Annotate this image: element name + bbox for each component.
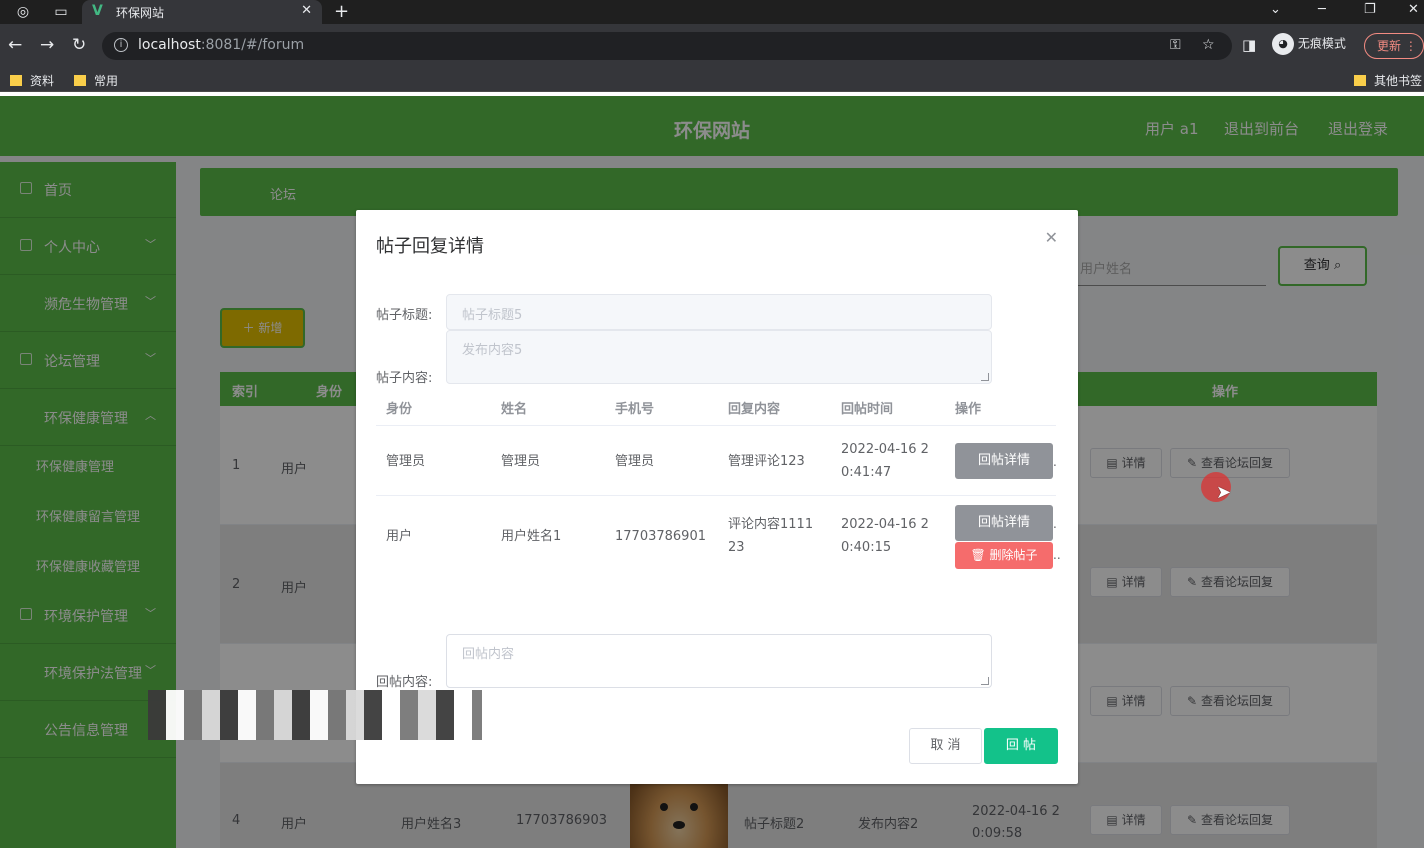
cell-reply-content: 管理评论123 [728,454,805,469]
incognito-profile[interactable]: ◕ 无痕模式 [1272,33,1346,59]
post-title-label: 帖子标题: [376,308,433,323]
close-window-icon[interactable]: ✕ [1408,2,1419,17]
overflow-ellipsis: . [1053,455,1057,469]
folder-icon [1354,75,1366,86]
url-text: localhost:8081/#/forum [138,37,305,53]
address-bar[interactable]: i localhost:8081/#/forum ⚿ ☆ [102,32,1232,60]
reply-content-field[interactable]: 回帖内容 [446,634,992,688]
pixelated-redaction [148,690,482,740]
resize-handle-icon[interactable] [981,373,989,381]
incognito-icon: ◕ [1272,33,1294,55]
browser-toolbar: ← → ↻ i localhost:8081/#/forum ⚿ ☆ ◨ ◕ 无… [0,24,1424,68]
cell-time-line1: 2022-04-16 2 [841,517,929,532]
th-identity: 身份 [386,402,413,417]
tab-search-icon[interactable]: ⌄ [1270,2,1281,17]
folder-icon [10,75,22,86]
reply-detail-button[interactable]: 回帖详情 [955,505,1053,541]
key-icon[interactable]: ⚿ [1170,37,1181,53]
close-icon[interactable]: ✕ [1045,228,1058,247]
mouse-cursor-icon: ➤ [1216,482,1232,503]
cell-identity: 用户 [386,529,413,544]
bookmarks-bar: 资料 常用 其他书签 [0,68,1424,92]
incognito-label: 无痕模式 [1297,36,1346,51]
reply-placeholder: 回帖内容 [462,647,515,662]
browser-tab-strip: ◎ ▭ V 环保网站 ✕ + ⌄ ─ ❐ ✕ [0,0,1424,24]
bookmark-folder-changyong[interactable]: 常用 [74,72,118,89]
info-icon[interactable]: i [114,38,128,52]
folder-icon [74,75,86,86]
cell-reply-content-line1: 评论内容1111 [728,517,814,532]
reply-detail-button[interactable]: 回帖详情 [955,443,1053,479]
new-tab-icon[interactable]: + [334,1,349,22]
sidepanel-icon[interactable]: ◨ [1242,35,1256,55]
globe-icon[interactable]: ◎ [14,3,32,21]
post-content-label: 帖子内容: [376,371,433,386]
th-phone: 手机号 [615,402,655,417]
cell-name: 管理员 [501,454,541,469]
th-name: 姓名 [501,402,528,417]
tab-title: 环保网站 [116,6,165,20]
cancel-button[interactable]: 取 消 [909,728,982,764]
vue-favicon-icon: V [92,3,103,19]
update-label: 更新 [1377,39,1402,53]
cell-phone: 管理员 [615,454,655,469]
th-reply-time: 回帖时间 [841,402,894,417]
post-content-value: 发布内容5 [462,343,523,358]
bookmark-folder-other[interactable]: 其他书签 [1354,72,1422,89]
back-icon[interactable]: ← [8,35,22,55]
trash-icon: 🗑 [970,548,986,562]
reload-icon[interactable]: ↻ [72,35,86,55]
cell-identity: 管理员 [386,454,426,469]
browser-tab[interactable]: V 环保网站 ✕ [82,0,322,24]
cell-time-line2: 0:40:15 [841,540,892,555]
overflow-ellipsis: .. [1053,548,1061,562]
reply-content-label: 回帖内容: [376,675,433,690]
cell-phone: 17703786901 [615,529,706,544]
cell-reply-content-line2: 23 [728,540,745,555]
replies-table-header: 身份 姓名 手机号 回复内容 回帖时间 操作 [376,388,1056,426]
dialog-title: 帖子回复详情 [376,236,484,257]
reply-row: 用户 用户姓名1 17703786901 评论内容1111 23 2022-04… [376,496,1056,584]
overflow-ellipsis: . [1053,517,1057,531]
restore-icon[interactable]: ❐ [1364,2,1376,17]
submit-reply-button[interactable]: 回 帖 [984,728,1058,764]
window-icon[interactable]: ▭ [52,3,70,21]
cell-name: 用户姓名1 [501,529,562,544]
tab-close-icon[interactable]: ✕ [301,3,312,18]
delete-post-button[interactable]: 🗑 删除帖子 [955,542,1053,569]
update-button[interactable]: 更新 ⋮ [1364,33,1424,59]
cell-time-line1: 2022-04-16 2 [841,442,929,457]
reply-row: 管理员 管理员 管理员 管理评论123 2022-04-16 2 0:41:47 [376,426,1056,496]
th-actions: 操作 [955,402,982,417]
star-icon[interactable]: ☆ [1202,37,1215,53]
th-reply-content: 回复内容 [728,402,781,417]
minimize-icon[interactable]: ─ [1318,2,1326,17]
resize-handle-icon[interactable] [981,677,989,685]
forward-icon[interactable]: → [40,35,54,55]
bookmark-folder-ziliao[interactable]: 资料 [10,72,54,89]
post-title-field[interactable]: 帖子标题5 [446,294,992,330]
post-content-field[interactable]: 发布内容5 [446,330,992,384]
cell-time-line2: 0:41:47 [841,465,892,480]
